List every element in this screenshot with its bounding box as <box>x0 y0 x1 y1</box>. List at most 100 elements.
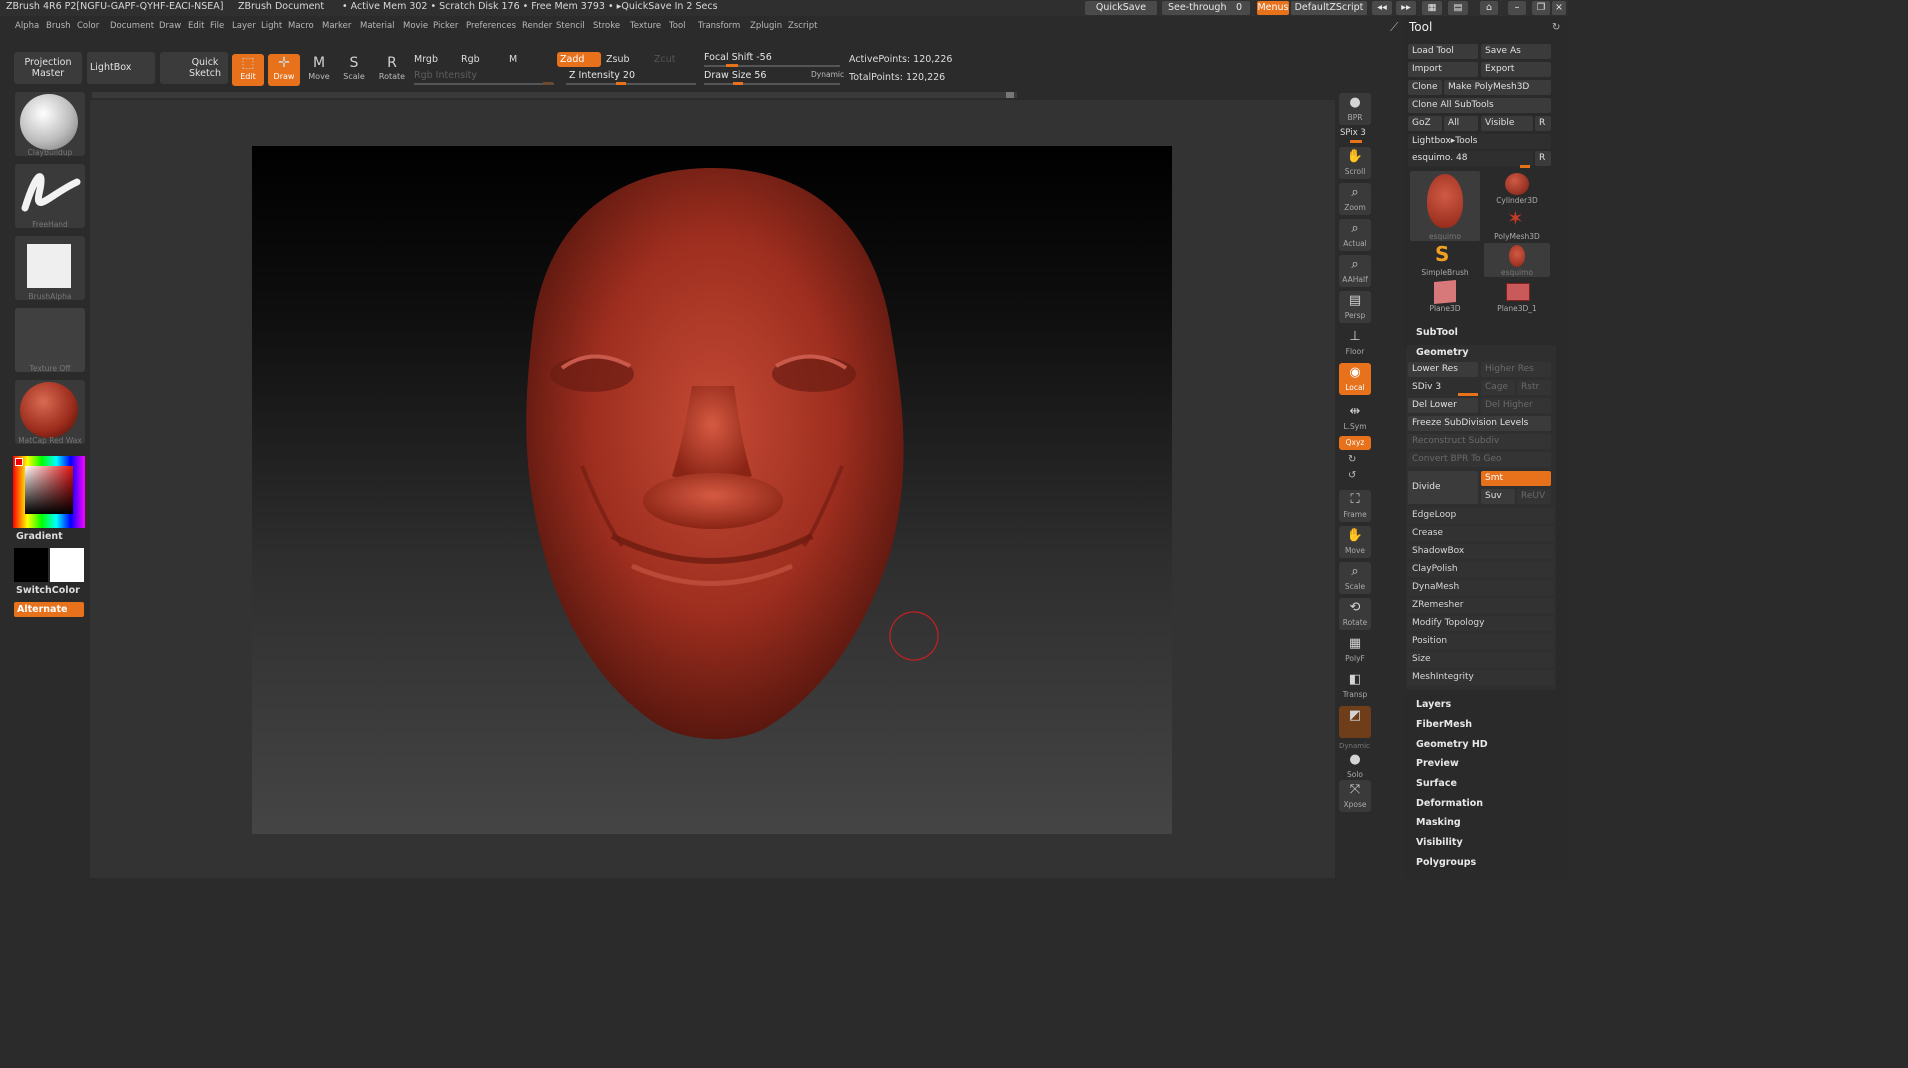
rotate-view-button[interactable]: ⟲ Rotate <box>1339 598 1371 630</box>
rgb-button[interactable]: Rgb <box>461 54 480 65</box>
goz-button[interactable]: GoZ <box>1408 116 1442 131</box>
alpha-thumbnail[interactable]: BrushAlpha <box>15 236 85 301</box>
save-as-button[interactable]: Save As <box>1481 44 1551 59</box>
switch-color-button[interactable]: SwitchColor <box>16 585 80 596</box>
tool-thumb-polymesh[interactable]: ✶ PolyMesh3D <box>1484 207 1550 241</box>
make-polymesh-button[interactable]: Make PolyMesh3D <box>1444 80 1551 95</box>
viewport-canvas[interactable] <box>252 146 1172 834</box>
reconstruct-subdiv-button[interactable]: Reconstruct Subdiv <box>1408 434 1551 449</box>
alternate-button[interactable]: Alternate <box>14 602 84 617</box>
rotate-z-icon[interactable]: ↺ <box>1348 470 1356 481</box>
menu-alpha[interactable]: Alpha <box>15 21 39 31</box>
draw-button[interactable]: ✛ Draw <box>268 54 300 86</box>
subtool-section[interactable]: SubTool <box>1416 327 1458 338</box>
menu-edit[interactable]: Edit <box>188 21 204 31</box>
cage-button[interactable]: Cage <box>1481 380 1515 395</box>
load-tool-button[interactable]: Load Tool <box>1408 44 1478 59</box>
xyz-button[interactable]: Qxyz <box>1339 436 1371 450</box>
del-higher-button[interactable]: Del Higher <box>1481 398 1551 413</box>
polyf-button[interactable]: ▦ PolyF <box>1339 634 1371 666</box>
menu-document[interactable]: Document <box>110 21 154 31</box>
deformation-section[interactable]: Deformation <box>1416 798 1483 809</box>
m-button[interactable]: M <box>509 54 517 65</box>
goz-all-button[interactable]: All <box>1444 116 1478 131</box>
suv-toggle[interactable]: Suv <box>1481 489 1515 504</box>
lightbox-button[interactable]: LightBox <box>87 52 155 84</box>
bpr-button[interactable]: ● BPR <box>1339 93 1371 125</box>
focal-shift-slider[interactable]: Focal Shift -56 <box>704 52 772 63</box>
menu-layer[interactable]: Layer <box>232 21 256 31</box>
draw-size-slider[interactable]: Draw Size 56 <box>704 70 766 81</box>
tool-thumb-esquimo-large[interactable]: esquimo <box>1410 171 1480 241</box>
modify-topology-section[interactable]: Modify Topology <box>1408 616 1554 631</box>
zadd-button[interactable]: Zadd <box>557 52 601 67</box>
color-picker[interactable] <box>13 456 85 528</box>
menus-button[interactable]: Menus <box>1257 1 1289 15</box>
edit-button[interactable]: ⬚ Edit <box>232 54 264 86</box>
edgeloop-section[interactable]: EdgeLoop <box>1408 508 1554 523</box>
visibility-section[interactable]: Visibility <box>1416 837 1463 848</box>
clone-button[interactable]: Clone <box>1408 80 1442 95</box>
layout-prev-icon[interactable]: ◂◂ <box>1372 1 1392 15</box>
shadowbox-section[interactable]: ShadowBox <box>1408 544 1554 559</box>
minimize-icon[interactable]: – <box>1508 1 1526 15</box>
menu-render[interactable]: Render <box>522 21 552 31</box>
tool-thumb-cylinder[interactable]: Cylinder3D <box>1484 171 1550 205</box>
surface-section[interactable]: Surface <box>1416 778 1457 789</box>
tool-thumb-plane3d[interactable]: Plane3D <box>1410 279 1480 313</box>
rotate-button[interactable]: R Rotate <box>376 54 408 86</box>
projection-master-button[interactable]: Projection Master <box>14 52 82 84</box>
current-tool-slider[interactable]: esquimo. 48 <box>1408 151 1533 166</box>
position-section[interactable]: Position <box>1408 634 1554 649</box>
import-button[interactable]: Import <box>1408 62 1478 77</box>
clone-all-subtools-button[interactable]: Clone All SubTools <box>1408 98 1551 113</box>
lock-icon[interactable]: ⌂ <box>1480 1 1498 15</box>
texture-thumbnail[interactable]: Texture Off <box>15 308 85 373</box>
geometry-hd-section[interactable]: Geometry HD <box>1416 739 1488 750</box>
goz-visible-button[interactable]: Visible <box>1481 116 1533 131</box>
ghost-button[interactable]: ◩ <box>1339 706 1371 738</box>
polygroups-section[interactable]: Polygroups <box>1416 857 1476 868</box>
zcut-button[interactable]: Zcut <box>654 54 675 65</box>
tool-thumb-plane3d-1[interactable]: Plane3D_1 <box>1484 279 1550 313</box>
stroke-thumbnail[interactable]: FreeHand <box>15 164 85 229</box>
zremesher-section[interactable]: ZRemesher <box>1408 598 1554 613</box>
gradient-label[interactable]: Gradient <box>16 531 63 542</box>
scroll-button[interactable]: ✋ Scroll <box>1339 147 1371 179</box>
palette-dock-icon[interactable]: ↻ <box>1552 22 1560 33</box>
scale-view-button[interactable]: ⌕ Scale <box>1339 562 1371 594</box>
higher-res-button[interactable]: Higher Res <box>1481 362 1551 377</box>
layout-next-icon[interactable]: ▸▸ <box>1396 1 1416 15</box>
del-lower-button[interactable]: Del Lower <box>1408 398 1478 413</box>
menu-preferences[interactable]: Preferences <box>466 21 516 31</box>
menu-tool[interactable]: Tool <box>669 21 686 31</box>
menu-movie[interactable]: Movie <box>403 21 428 31</box>
brush-thumbnail[interactable]: ClayBuildup <box>15 92 85 157</box>
dynamic-toggle[interactable]: Dynamic <box>811 70 844 79</box>
layout-alt-icon[interactable]: ▤ <box>1448 1 1468 15</box>
menu-stencil[interactable]: Stencil <box>556 21 585 31</box>
geometry-section[interactable]: Geometry <box>1416 347 1469 358</box>
menu-zscript[interactable]: Zscript <box>788 21 818 31</box>
mrgb-button[interactable]: Mrgb <box>414 54 438 65</box>
current-tool-r-button[interactable]: R <box>1535 151 1551 166</box>
scroll-thumb[interactable] <box>1006 92 1014 98</box>
local-button[interactable]: ◉ Local <box>1339 363 1371 395</box>
convert-bpr-button[interactable]: Convert BPR To Geo <box>1408 452 1551 467</box>
rotate-y-icon[interactable]: ↻ <box>1348 454 1356 465</box>
main-color-swatch[interactable] <box>14 548 48 582</box>
menu-transform[interactable]: Transform <box>698 21 740 31</box>
lightbox-tools-button[interactable]: Lightbox▸Tools <box>1408 134 1551 149</box>
menu-picker[interactable]: Picker <box>433 21 458 31</box>
fibermesh-section[interactable]: FiberMesh <box>1416 719 1472 730</box>
zoom-button[interactable]: ⌕ Zoom <box>1339 183 1371 215</box>
rstr-button[interactable]: Rstr <box>1517 380 1551 395</box>
reuv-button[interactable]: ReUV <box>1517 489 1551 504</box>
z-intensity-slider[interactable]: Z Intensity 20 <box>569 70 635 81</box>
secondary-color-swatch[interactable] <box>50 548 84 582</box>
zsub-button[interactable]: Zsub <box>606 54 630 65</box>
default-zscript-button[interactable]: DefaultZScript <box>1291 1 1367 15</box>
menu-marker[interactable]: Marker <box>322 21 351 31</box>
menu-zplugin[interactable]: Zplugin <box>750 21 782 31</box>
scale-button[interactable]: S Scale <box>338 54 370 86</box>
